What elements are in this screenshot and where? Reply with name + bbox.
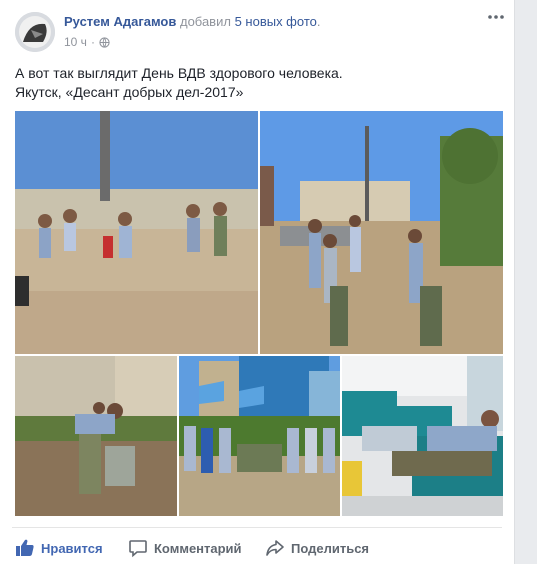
photo-2[interactable]: [260, 111, 503, 354]
avatar[interactable]: [15, 12, 55, 52]
photo-1[interactable]: [15, 111, 258, 354]
share-icon: [266, 540, 284, 556]
avatar-image: [15, 12, 55, 52]
meta-separator: ·: [90, 35, 95, 49]
timestamp[interactable]: 10 ч: [64, 35, 87, 49]
action-suffix: .: [316, 14, 321, 29]
action-prefix: добавил: [179, 14, 231, 29]
more-options-icon[interactable]: [486, 9, 506, 25]
like-label: Нравится: [41, 540, 103, 556]
photos-link[interactable]: 5 новых фото: [235, 14, 317, 29]
thumbs-up-icon: [16, 539, 34, 556]
comment-button[interactable]: Комментарий: [128, 536, 242, 560]
author-name[interactable]: Рустем Адагамов: [64, 14, 176, 29]
photo-4[interactable]: [179, 356, 340, 516]
share-button[interactable]: Поделиться: [265, 536, 369, 560]
post-text-line-1: А вот так выглядит День ВДВ здорового че…: [15, 65, 343, 81]
post-header: Рустем Адагамов добавил 5 новых фото.: [64, 14, 320, 29]
actions-divider: [12, 527, 502, 528]
post-meta: 10 ч ·: [64, 35, 110, 49]
comment-label: Комментарий: [154, 540, 242, 556]
globe-icon[interactable]: [99, 36, 110, 48]
share-label: Поделиться: [291, 540, 370, 556]
post-text-line-2: Якутск, «Десант добрых дел-2017»: [15, 84, 244, 100]
post-text: А вот так выглядит День ВДВ здорового че…: [15, 64, 343, 102]
like-button[interactable]: Нравится: [15, 536, 103, 560]
photo-5[interactable]: [342, 356, 503, 516]
comment-icon: [129, 540, 147, 558]
post-card: Рустем Адагамов добавил 5 новых фото. 10…: [0, 0, 515, 564]
photo-3[interactable]: [15, 356, 177, 516]
